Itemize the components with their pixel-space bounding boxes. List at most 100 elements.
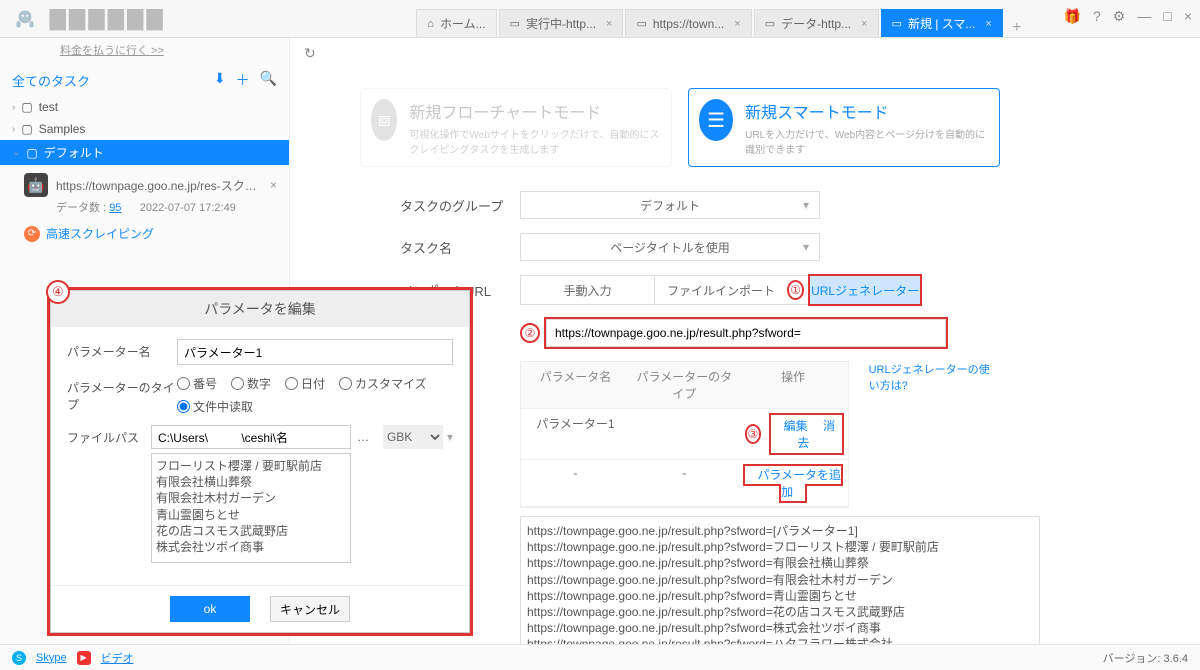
- seg-manual[interactable]: 手動入力: [521, 276, 654, 304]
- tab-label: データ-http...: [781, 15, 851, 32]
- folder-icon: ▢: [26, 146, 37, 160]
- chevron-right-icon: ›: [12, 124, 15, 135]
- version-value: 3.6.4: [1164, 653, 1188, 665]
- video-icon[interactable]: ▶: [77, 651, 91, 665]
- taskname-label: タスク名: [400, 238, 520, 257]
- reload-icon[interactable]: ↻: [304, 45, 316, 62]
- folder-icon: ▢: [21, 122, 32, 136]
- settings-icon[interactable]: ⚙: [1113, 8, 1126, 25]
- tab-url[interactable]: ▭ https://town... ×: [625, 9, 751, 37]
- tree-item-test[interactable]: ›▢test: [0, 96, 289, 118]
- fast-scraping-link[interactable]: ⟳ 高速スクレイピング: [0, 219, 289, 248]
- chevron-down-icon: ▾: [447, 430, 453, 444]
- dlg-param-name-input[interactable]: [177, 339, 453, 365]
- chevron-right-icon: ›: [12, 102, 15, 113]
- ok-button[interactable]: ok: [170, 596, 250, 622]
- fast-label: 高速スクレイピング: [46, 225, 154, 242]
- brand-text: ▇▇▇▇▇▇: [50, 6, 166, 31]
- url-preview-list[interactable]: https://townpage.goo.ne.jp/result.php?sf…: [520, 516, 1040, 644]
- pay-link[interactable]: 料金を払うに行く >>: [0, 38, 289, 64]
- dlg-param-name-label: パラメーター名: [67, 339, 177, 360]
- help-icon[interactable]: ?: [1093, 8, 1101, 25]
- skype-link[interactable]: Skype: [36, 652, 67, 664]
- seg-url-generator[interactable]: URLジェネレーター: [810, 276, 920, 304]
- gift-icon[interactable]: 🎁: [1064, 8, 1081, 25]
- mode-smart[interactable]: ☰ 新規スマートモード URLを入力だけで、Web内容とページ分けを自動的に識別…: [688, 88, 1000, 167]
- maximize-icon[interactable]: □: [1163, 8, 1171, 25]
- speed-icon: ⟳: [24, 226, 40, 242]
- group-select[interactable]: デフォルト: [520, 191, 820, 219]
- tab-strip: ⌂ホーム... ▭実行中-http...× ▭https://town...× …: [416, 0, 1029, 37]
- mode-subtitle: 可視化操作でWebサイトをクリックだけで、自動的にスクレイピングタスクを生成しま…: [409, 126, 661, 156]
- browse-button[interactable]: …: [357, 430, 369, 444]
- cancel-button[interactable]: キャンセル: [270, 596, 350, 622]
- task-title[interactable]: https://townpage.goo.ne.jp/res-スクレイピ...: [56, 177, 262, 194]
- seg-file[interactable]: ファイルインポート: [654, 276, 787, 304]
- param-add-link[interactable]: パラメータを追加: [757, 468, 841, 499]
- dlg-path-label: ファイルパス: [67, 425, 151, 446]
- url-input[interactable]: [546, 319, 946, 347]
- close-icon[interactable]: ×: [861, 18, 867, 30]
- tree-item-samples[interactable]: ›▢Samples: [0, 118, 289, 140]
- search-icon[interactable]: 🔍: [260, 70, 277, 90]
- mode-subtitle: URLを入力だけで、Web内容とページ分けを自動的に識別できます: [745, 126, 989, 156]
- radio-custom[interactable]: カスタマイズ: [339, 375, 427, 392]
- radio-from-file[interactable]: 文件中读取: [177, 398, 253, 415]
- tab-home[interactable]: ⌂ ホーム...: [416, 9, 496, 37]
- tab-new-smart[interactable]: ▭新規 | スマ...×: [881, 9, 1003, 37]
- mode-title: 新規フローチャートモード: [409, 99, 661, 123]
- taskname-select[interactable]: ページタイトルを使用: [520, 233, 820, 261]
- title-bar: ▇▇▇▇▇▇ ⌂ ホーム... ▭実行中-http...× ▭ https://to…: [0, 0, 1200, 38]
- col-param-action: 操作: [739, 362, 848, 409]
- close-icon[interactable]: ×: [985, 18, 991, 30]
- close-icon[interactable]: ×: [606, 18, 612, 30]
- col-param-type: パラメーターのタイプ: [630, 362, 739, 409]
- import-icon[interactable]: ⬇: [214, 70, 226, 90]
- home-icon: ⌂: [427, 18, 434, 30]
- tree-label: test: [39, 100, 58, 114]
- tree-label: デフォルト: [44, 144, 104, 161]
- mode-flowchart[interactable]: ⧈ 新規フローチャートモード 可視化操作でWebサイトをクリックだけで、自動的に…: [360, 88, 672, 167]
- close-icon[interactable]: ×: [734, 18, 740, 30]
- minimize-icon[interactable]: —: [1137, 8, 1151, 25]
- skype-icon[interactable]: S: [12, 651, 26, 665]
- radio-digit[interactable]: 数字: [231, 375, 271, 392]
- tab-data[interactable]: ▭ データ-http... ×: [754, 9, 879, 37]
- file-path-input[interactable]: [151, 425, 351, 449]
- window-icon: ▭: [636, 17, 646, 30]
- chevron-down-icon: ⌄: [12, 147, 20, 158]
- radio-date[interactable]: 日付: [285, 375, 325, 392]
- tab-running[interactable]: ▭実行中-http...×: [499, 9, 624, 37]
- add-icon[interactable]: ＋: [236, 70, 250, 90]
- version-label: バージョン:: [1103, 653, 1161, 665]
- tab-label: https://town...: [653, 17, 724, 31]
- mode-title: 新規スマートモード: [745, 99, 989, 123]
- dlg-param-type-label: パラメーターのタイプ: [67, 375, 177, 413]
- param-table: パラメータ名 パラメーターのタイプ 操作 パラメーター1 ③: [520, 361, 849, 508]
- file-contents-list[interactable]: フローリスト櫻澤 / 要町駅前店有限会社横山葬祭有限会社木村ガーデン青山霊園ちと…: [151, 453, 351, 563]
- task-close-icon[interactable]: ×: [270, 178, 277, 192]
- data-count-label: データ数 :: [56, 202, 106, 214]
- all-tasks-label[interactable]: 全てのタスク: [12, 71, 90, 90]
- callout-4: ④: [46, 280, 70, 304]
- close-window-icon[interactable]: ×: [1184, 8, 1192, 25]
- tab-label: ホーム...: [440, 15, 486, 32]
- task-timestamp: 2022-07-07 17:2:49: [140, 202, 236, 214]
- param-edit-link[interactable]: 編集: [784, 419, 808, 433]
- add-tab-button[interactable]: +: [1005, 19, 1029, 37]
- encoding-select[interactable]: GBK: [383, 425, 443, 449]
- generator-help-link[interactable]: URLジェネレーターの使い方は?: [869, 361, 1000, 393]
- tree-item-default[interactable]: ⌄ ▢ デフォルト: [0, 140, 289, 165]
- window-icon: ▭: [765, 17, 775, 30]
- app-logo: [0, 0, 50, 38]
- callout-2: ②: [520, 323, 540, 343]
- param-name-cell: パラメーター1: [521, 409, 630, 460]
- window-icon: ▭: [510, 17, 520, 30]
- empty-cell: -: [521, 460, 630, 507]
- window-controls: 🎁 ? ⚙ — □ ×: [1064, 8, 1192, 25]
- edit-parameter-dialog: パラメータを編集 パラメーター名 パラメーターのタイプ 番号 数字 日付 カスタ…: [50, 290, 470, 633]
- radio-number[interactable]: 番号: [177, 375, 217, 392]
- empty-cell: -: [630, 460, 739, 507]
- video-link[interactable]: ビデオ: [101, 650, 134, 666]
- data-count-link[interactable]: 95: [109, 202, 121, 214]
